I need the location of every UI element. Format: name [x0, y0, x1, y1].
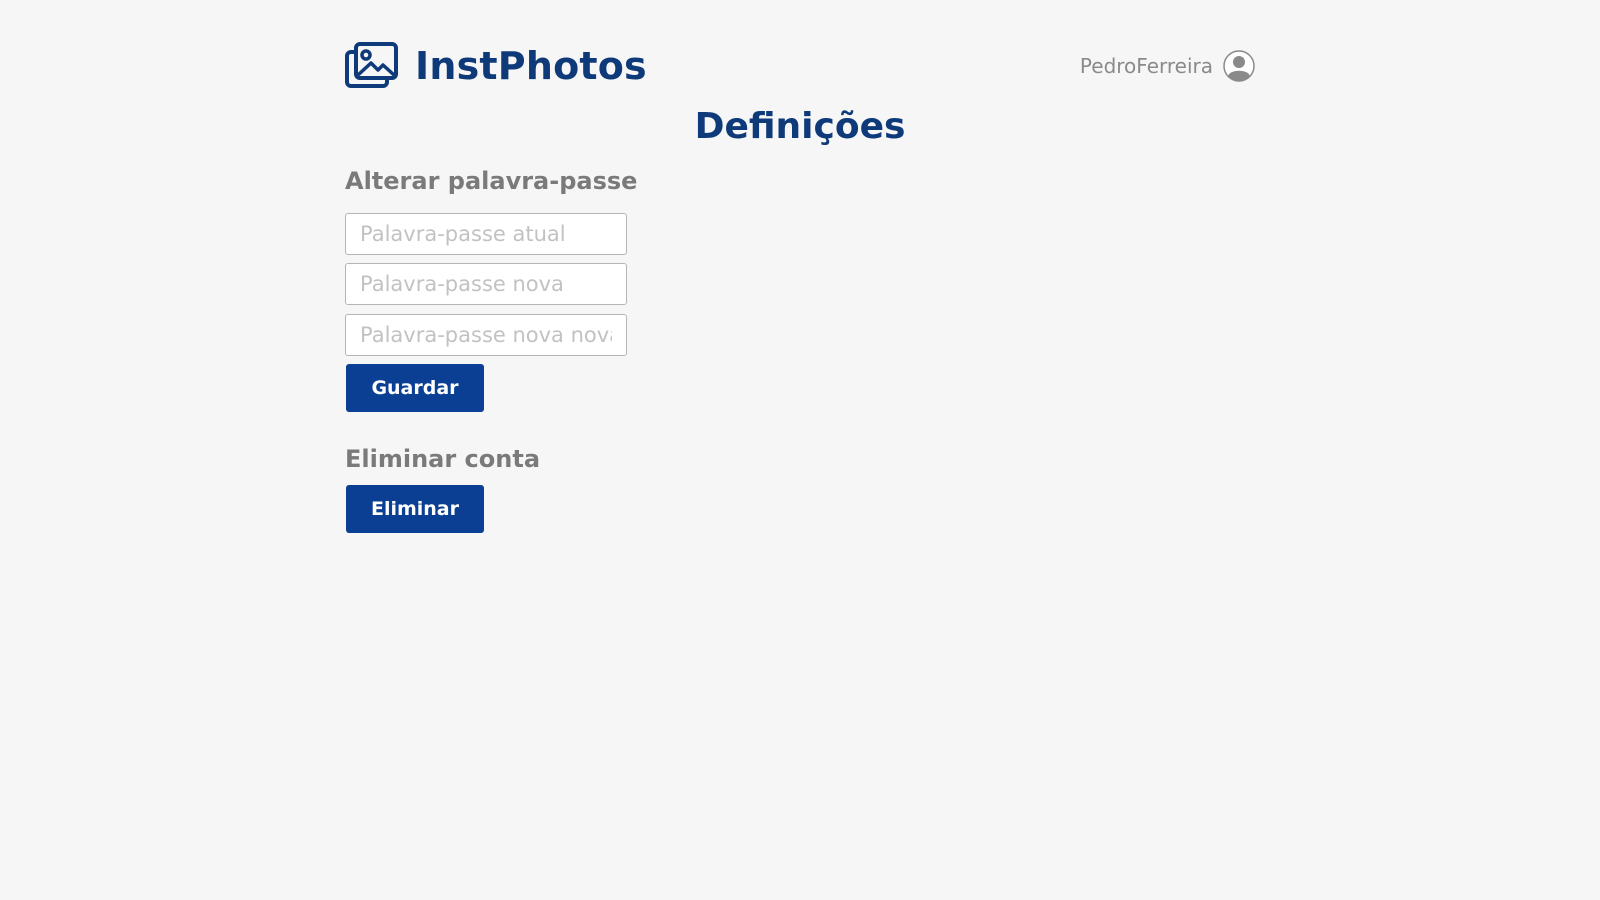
current-password-input[interactable]: [345, 213, 627, 255]
user-avatar-icon[interactable]: [1223, 50, 1255, 82]
delete-account-title: Eliminar conta: [345, 445, 541, 473]
username: PedroFerreira: [1079, 54, 1213, 78]
settings-page: InstPhotos PedroFerreira Definições Alte…: [0, 0, 1600, 900]
change-password-title: Alterar palavra-passe: [345, 167, 638, 195]
brand[interactable]: InstPhotos: [345, 42, 647, 90]
new-password-input[interactable]: [345, 263, 627, 305]
header: InstPhotos PedroFerreira: [345, 40, 1255, 92]
confirm-password-input[interactable]: [345, 314, 627, 356]
page-title: Definições: [694, 106, 906, 147]
save-button[interactable]: Guardar: [346, 364, 484, 412]
user-menu[interactable]: PedroFerreira: [1080, 50, 1255, 82]
delete-account-button[interactable]: Eliminar: [346, 485, 484, 533]
images-icon: [345, 42, 399, 90]
brand-name: InstPhotos: [415, 44, 647, 88]
